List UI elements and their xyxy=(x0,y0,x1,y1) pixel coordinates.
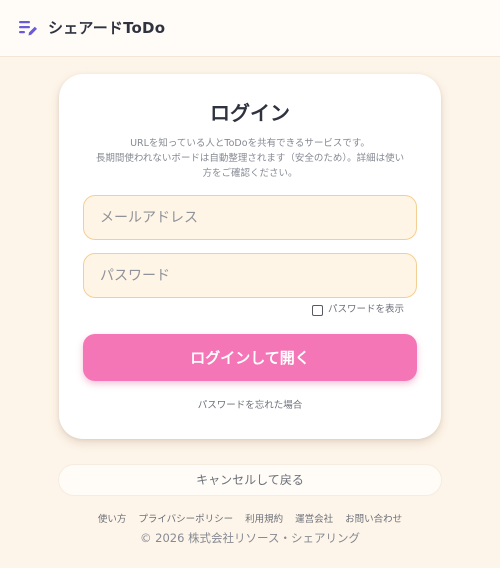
show-password-checkbox[interactable] xyxy=(312,304,323,316)
description-line: 方をご確認ください。 xyxy=(202,168,298,179)
footer-link-how-to-use[interactable]: 使い方 xyxy=(98,513,127,527)
footer-link-company[interactable]: 運営会社 xyxy=(295,513,333,527)
footer-links: 使い方 プライバシーポリシー 利用規約 運営会社 お問い合わせ xyxy=(0,513,500,527)
service-description: URLを知っている人とToDoを共有できるサービスです。 長期間使われないボード… xyxy=(79,136,421,181)
footer-link-terms[interactable]: 利用規約 xyxy=(245,513,283,527)
password-field[interactable] xyxy=(83,253,417,298)
cancel-back-button[interactable]: キャンセルして戻る xyxy=(58,464,442,496)
description-line: 長期間使われないボードは自動整理されます（安全のため）。詳細は使い xyxy=(95,153,405,164)
login-card: ログイン URLを知っている人とToDoを共有できるサービスです。 長期間使われ… xyxy=(59,74,441,439)
app-header: シェアードToDo xyxy=(0,0,500,57)
email-field[interactable] xyxy=(83,195,417,240)
list-pencil-icon xyxy=(19,21,37,36)
footer-link-privacy-policy[interactable]: プライバシーポリシー xyxy=(138,513,233,527)
app-title: シェアードToDo xyxy=(48,19,166,37)
login-title: ログイン xyxy=(210,101,290,125)
footer-link-contact[interactable]: お問い合わせ xyxy=(345,513,402,527)
show-password-toggle[interactable]: パスワードを表示 xyxy=(312,303,404,317)
show-password-label: パスワードを表示 xyxy=(328,304,405,315)
forgot-password-link[interactable]: パスワードを忘れた場合 xyxy=(59,399,441,413)
description-line: URLを知っている人とToDoを共有できるサービスです。 xyxy=(130,138,370,149)
login-submit-button[interactable]: ログインして開く xyxy=(83,334,417,381)
copyright: © 2026 株式会社リソース・シェアリング xyxy=(139,531,360,545)
